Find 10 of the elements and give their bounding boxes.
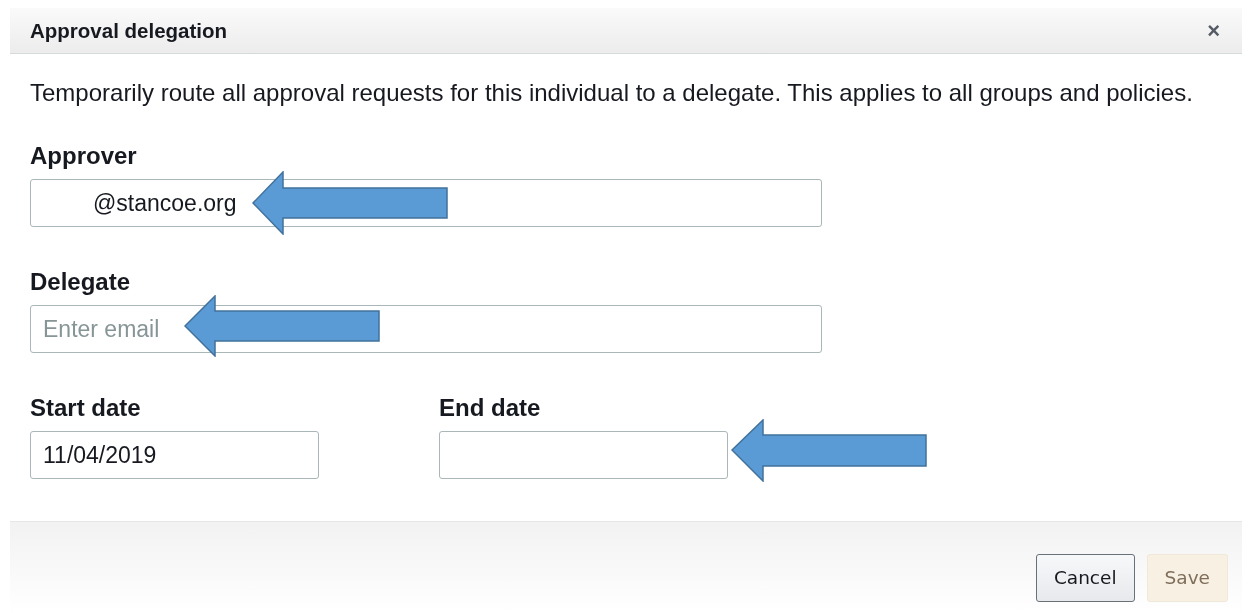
cancel-button[interactable]: Cancel xyxy=(1035,553,1135,602)
date-field[interactable]: 11/04/2019 xyxy=(30,431,319,479)
field-label: Approver xyxy=(30,143,138,169)
field-label: Start date xyxy=(30,395,142,421)
date-field[interactable] xyxy=(439,431,728,479)
field-label: Delegate xyxy=(30,269,132,295)
description-text: Temporarily route all approval requests for this individual to a delegate. This applies to all groups and policies. xyxy=(30,79,1194,107)
field-label: End date xyxy=(439,395,542,421)
close-button[interactable]: × xyxy=(1205,17,1222,44)
dialog-title: Approval delegation xyxy=(30,18,228,43)
